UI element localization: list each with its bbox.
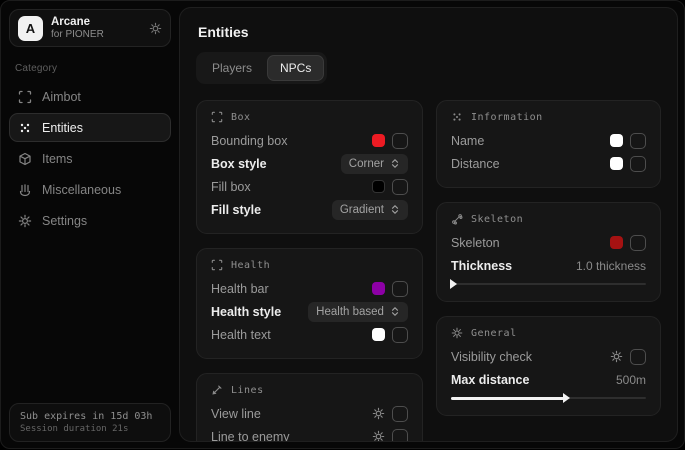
sidebar: A Arcane for PIONER Category Aimbot Enti… <box>1 1 179 450</box>
view-line-checkbox[interactable] <box>392 406 408 422</box>
chevrons-up-down-icon <box>390 158 400 169</box>
chevrons-up-down-icon <box>390 204 400 215</box>
sub-expiry-text: Sub expires in 15d 03h <box>20 411 160 422</box>
health-bar-color-swatch[interactable] <box>372 282 385 295</box>
skeleton-checkbox[interactable] <box>630 235 646 251</box>
sidebar-item-aimbot[interactable]: Aimbot <box>9 82 171 111</box>
sidebar-item-settings[interactable]: Settings <box>9 206 171 235</box>
health-bar-label: Health bar <box>211 282 269 296</box>
sidebar-item-label: Settings <box>42 214 87 228</box>
health-card: Health Health bar Health style Health ba… <box>196 248 423 359</box>
distance-checkbox[interactable] <box>630 156 646 172</box>
bounding-box-checkbox[interactable] <box>392 133 408 149</box>
entities-icon <box>18 121 32 135</box>
app-logo: A <box>18 16 43 41</box>
bounding-box-label: Bounding box <box>211 134 287 148</box>
skeleton-card: Skeleton Skeleton Thickness 1.0 thicknes… <box>436 202 661 302</box>
pencil-line-icon <box>211 384 223 396</box>
sidebar-item-items[interactable]: Items <box>9 144 171 173</box>
sidebar-item-miscellaneous[interactable]: Miscellaneous <box>9 175 171 204</box>
tab-npcs[interactable]: NPCs <box>267 55 324 81</box>
card-title: General <box>471 328 517 339</box>
crosshair-icon <box>18 90 32 104</box>
thickness-slider-thumb[interactable] <box>450 279 457 289</box>
view-line-label: View line <box>211 407 261 421</box>
card-title: Lines <box>231 385 264 396</box>
sidebar-item-label: Entities <box>42 121 83 135</box>
distance-color-swatch[interactable] <box>610 157 623 170</box>
visibility-check-label: Visibility check <box>451 350 532 364</box>
max-distance-value: 500m <box>616 373 646 387</box>
main-panel: Entities Players NPCs Box Bounding box <box>179 7 678 442</box>
visibility-check-settings-gear-icon[interactable] <box>610 350 623 363</box>
health-style-dropdown[interactable]: Health based <box>308 302 408 322</box>
card-title: Box <box>231 112 251 123</box>
view-line-settings-gear-icon[interactable] <box>372 407 385 420</box>
card-title: Information <box>471 112 543 123</box>
information-card-icon <box>451 111 463 123</box>
bounding-box-color-swatch[interactable] <box>372 134 385 147</box>
health-bar-checkbox[interactable] <box>392 281 408 297</box>
chevrons-up-down-icon <box>390 306 400 317</box>
name-color-swatch[interactable] <box>610 134 623 147</box>
tab-players[interactable]: Players <box>199 55 265 81</box>
line-to-enemy-settings-gear-icon[interactable] <box>372 430 385 442</box>
thickness-value: 1.0 thickness <box>576 259 646 273</box>
lines-card: Lines View line Line to enemy <box>196 373 423 442</box>
sidebar-nav: Aimbot Entities Items Miscellaneous <box>9 82 171 235</box>
box-style-dropdown[interactable]: Corner <box>341 154 408 174</box>
thickness-slider[interactable] <box>451 279 646 289</box>
general-card: General Visibility check Max distance 50… <box>436 316 661 416</box>
name-checkbox[interactable] <box>630 133 646 149</box>
health-card-icon <box>211 259 223 271</box>
fill-box-color-swatch[interactable] <box>372 180 385 193</box>
app-window: A Arcane for PIONER Category Aimbot Enti… <box>0 0 685 449</box>
line-to-enemy-label: Line to enemy <box>211 430 290 443</box>
fill-box-checkbox[interactable] <box>392 179 408 195</box>
thickness-label: Thickness <box>451 259 512 273</box>
skeleton-color-swatch[interactable] <box>610 236 623 249</box>
fill-style-dropdown[interactable]: Gradient <box>332 200 408 220</box>
max-distance-slider-thumb[interactable] <box>563 393 570 403</box>
brand-name: Arcane <box>51 16 141 29</box>
box-card: Box Bounding box Box style Corner <box>196 100 423 234</box>
box-style-label: Box style <box>211 157 267 171</box>
brand-card: A Arcane for PIONER <box>9 9 171 47</box>
health-text-label: Health text <box>211 328 271 342</box>
fill-style-label: Fill style <box>211 203 261 217</box>
visibility-check-checkbox[interactable] <box>630 349 646 365</box>
sidebar-item-label: Items <box>42 152 73 166</box>
category-label: Category <box>15 63 171 74</box>
name-label: Name <box>451 134 484 148</box>
health-style-label: Health style <box>211 305 281 319</box>
general-card-gear-icon <box>451 327 463 339</box>
page-title: Entities <box>198 24 661 40</box>
distance-label: Distance <box>451 157 500 171</box>
health-text-checkbox[interactable] <box>392 327 408 343</box>
card-title: Health <box>231 260 270 271</box>
card-title: Skeleton <box>471 214 523 225</box>
sidebar-item-entities[interactable]: Entities <box>9 113 171 142</box>
line-to-enemy-checkbox[interactable] <box>392 429 408 443</box>
bone-icon <box>451 213 463 225</box>
subscription-info: Sub expires in 15d 03h Session duration … <box>9 403 171 442</box>
max-distance-slider[interactable] <box>451 393 646 403</box>
hand-icon <box>18 183 32 197</box>
information-card: Information Name Distance <box>436 100 661 188</box>
gear-icon <box>18 214 32 228</box>
box-card-icon <box>211 111 223 123</box>
skeleton-label: Skeleton <box>451 236 500 250</box>
health-text-color-swatch[interactable] <box>372 328 385 341</box>
sidebar-item-label: Aimbot <box>42 90 81 104</box>
session-duration-text: Session duration 21s <box>20 424 160 434</box>
target-tabs: Players NPCs <box>196 52 327 84</box>
brand-subtitle: for PIONER <box>51 29 141 41</box>
package-icon <box>18 152 32 166</box>
fill-box-label: Fill box <box>211 180 251 194</box>
settings-gear-icon[interactable] <box>149 22 162 35</box>
sidebar-item-label: Miscellaneous <box>42 183 121 197</box>
max-distance-label: Max distance <box>451 373 530 387</box>
